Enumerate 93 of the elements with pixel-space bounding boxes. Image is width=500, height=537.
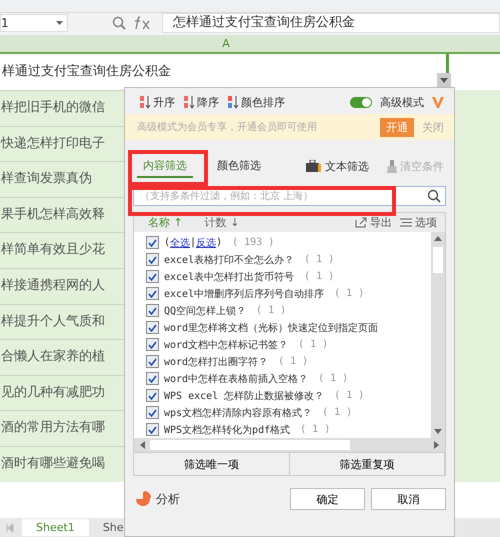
- search-icon: [427, 189, 441, 203]
- table-cell[interactable]: 果手机怎样高效释: [1, 206, 105, 222]
- zoom-icon[interactable]: [112, 16, 126, 30]
- sort-icon: [227, 95, 239, 109]
- mode-label: 高级模式: [380, 94, 424, 110]
- item-count: ( 1 ): [278, 356, 308, 367]
- table-cell[interactable]: 样把旧手机的微信: [1, 100, 105, 115]
- options-button[interactable]: 选项: [400, 215, 437, 230]
- checkbox[interactable]: [146, 355, 159, 368]
- scroll-up-icon[interactable]: [434, 236, 442, 241]
- checkbox[interactable]: [146, 236, 159, 249]
- vip-icon: [432, 96, 444, 108]
- item-text: word文档中怎样标记书签？: [164, 338, 288, 352]
- sheet-tab[interactable]: She: [96, 519, 126, 536]
- table-cell[interactable]: 样简单有效且少花: [1, 242, 105, 258]
- scroll-right-icon[interactable]: [434, 441, 439, 449]
- ok-button[interactable]: 确定: [290, 488, 365, 510]
- scroll-down-icon[interactable]: [434, 429, 442, 434]
- table-cell[interactable]: 合懒人在家养的植: [1, 349, 105, 364]
- checkbox[interactable]: [146, 372, 159, 385]
- broom-icon: [387, 160, 397, 172]
- export-button[interactable]: 导出: [355, 215, 392, 230]
- sort-column-header[interactable]: 计数 ↓: [204, 215, 240, 230]
- share-icon: [355, 217, 367, 228]
- checkbox[interactable]: [146, 304, 159, 317]
- analysis-button[interactable]: 分析: [135, 490, 180, 508]
- filter-tab[interactable]: 颜色筛选: [211, 154, 267, 178]
- scroll-thumb[interactable]: [150, 440, 350, 450]
- toggle-switch[interactable]: [350, 96, 372, 108]
- item-count: ( 1 ): [298, 339, 328, 350]
- checkbox[interactable]: [146, 406, 159, 419]
- filter-dropdown-icon[interactable]: [437, 73, 451, 87]
- item-text: WPS excel 怎样防止数据被修改？: [164, 390, 324, 402]
- vertical-scrollbar[interactable]: [431, 232, 445, 438]
- checkbox[interactable]: [146, 338, 159, 351]
- table-cell[interactable]: 样接通携程网的人: [1, 278, 105, 293]
- checkbox[interactable]: [146, 287, 159, 300]
- item-text: word中怎样在表格前插入空格？: [164, 372, 308, 386]
- sort-button[interactable]: 升序: [139, 94, 175, 110]
- item-count: ( 1 ): [334, 390, 364, 401]
- table-cell[interactable]: 酒的常用方法有哪: [1, 420, 105, 436]
- cell-reference-field[interactable]: 1: [0, 14, 68, 32]
- item-count: ( 1 ): [322, 407, 352, 418]
- scroll-left-icon[interactable]: [140, 441, 145, 449]
- select-all-link[interactable]: 全选: [170, 236, 190, 250]
- item-text: QQ空间怎样上锁？: [164, 304, 246, 318]
- checkbox[interactable]: [146, 423, 159, 436]
- item-count: ( 1 ): [256, 305, 286, 316]
- sort-button[interactable]: 降序: [183, 94, 219, 110]
- sort-button[interactable]: 颜色排序: [227, 94, 285, 110]
- formula-field[interactable]: 怎样通过支付宝查询住房公积金: [162, 13, 500, 33]
- table-cell[interactable]: 见的几种有减肥功: [1, 384, 105, 400]
- item-text: excel中增删序列后序列号自动排序: [164, 288, 324, 300]
- item-text: wps文档怎样清除内容原有格式？: [164, 406, 312, 420]
- text-filter-button[interactable]: 文本筛选: [306, 158, 369, 174]
- toolbox-icon: [306, 160, 322, 172]
- horizontal-scrollbar[interactable]: [134, 438, 445, 452]
- invert-selection-link[interactable]: 反选: [196, 236, 216, 250]
- checkbox[interactable]: [146, 253, 159, 266]
- table-cell[interactable]: 样提升个人气质和: [1, 314, 105, 329]
- dropdown-icon: [56, 21, 63, 25]
- cancel-button[interactable]: 取消: [371, 488, 446, 510]
- banner-text: 高级模式为会员专享，开通会员即可使用: [137, 120, 318, 134]
- table-cell[interactable]: 快递怎样打印电子: [1, 136, 105, 151]
- filter-option-button[interactable]: 筛选重复项: [290, 453, 445, 475]
- filter-option-button[interactable]: 筛选唯一项: [134, 453, 290, 475]
- table-cell[interactable]: 酒时有哪些避免喝: [1, 456, 105, 471]
- table-cell[interactable]: 样查询发票真伪: [1, 171, 92, 186]
- checkbox[interactable]: [146, 389, 159, 402]
- item-count: ( 1 ): [304, 271, 334, 282]
- item-text: WPS文档怎样转化为pdf格式: [164, 424, 290, 436]
- item-text: word怎样打出圈字符？: [164, 356, 268, 368]
- sort-icon: [139, 95, 151, 109]
- item-count: ( 1 ): [304, 254, 334, 265]
- item-count: ( 1 ): [318, 373, 348, 384]
- menu-icon: [400, 218, 412, 227]
- item-count: ( 1 ): [300, 424, 330, 435]
- item-text: (: [164, 237, 170, 248]
- item-count: ( 193 ): [232, 237, 274, 248]
- separator-text: |: [190, 237, 196, 248]
- item-text: ): [216, 237, 222, 248]
- checkbox[interactable]: [146, 321, 159, 334]
- item-count: ( 1 ): [334, 288, 364, 299]
- item-text: excel表格打印不全怎么办？: [164, 254, 294, 266]
- checkbox[interactable]: [146, 270, 159, 283]
- sheet-tab[interactable]: Sheet1: [22, 519, 89, 536]
- item-text: excel表中怎样打出货币符号: [164, 270, 294, 284]
- sort-column-header[interactable]: 名称 ↑: [148, 215, 183, 230]
- filter-tab[interactable]: 内容筛选: [137, 154, 193, 178]
- sort-icon: [183, 95, 195, 109]
- scroll-thumb[interactable]: [433, 247, 443, 273]
- pie-chart-icon: [135, 491, 151, 507]
- item-text: word里怎样将文档（光标）快速定位到指定页面: [164, 322, 378, 334]
